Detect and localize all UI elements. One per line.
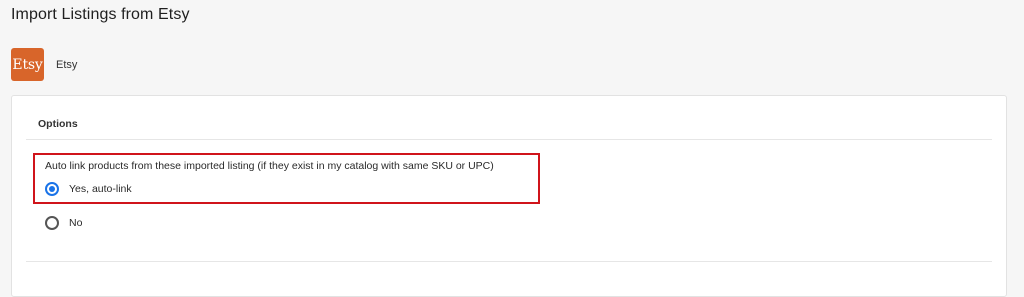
etsy-logo: Etsy (11, 48, 44, 81)
options-card: Options Auto link products from these im… (11, 95, 1007, 297)
channel-name: Etsy (56, 58, 78, 71)
radio-option-yes[interactable]: Yes, auto-link (45, 182, 132, 196)
radio-unchecked-icon[interactable] (45, 216, 59, 230)
radio-option-label: No (69, 217, 83, 229)
options-divider-bottom (26, 261, 992, 262)
options-divider-top (26, 139, 992, 140)
auto-link-question: Auto link products from these imported l… (45, 160, 494, 172)
options-section-title: Options (38, 118, 78, 130)
page-title: Import Listings from Etsy (11, 6, 190, 23)
radio-option-no[interactable]: No (45, 216, 82, 230)
radio-option-label: Yes, auto-link (69, 183, 132, 195)
channel-header: Etsy Etsy (11, 48, 77, 81)
radio-checked-icon[interactable] (45, 182, 59, 196)
